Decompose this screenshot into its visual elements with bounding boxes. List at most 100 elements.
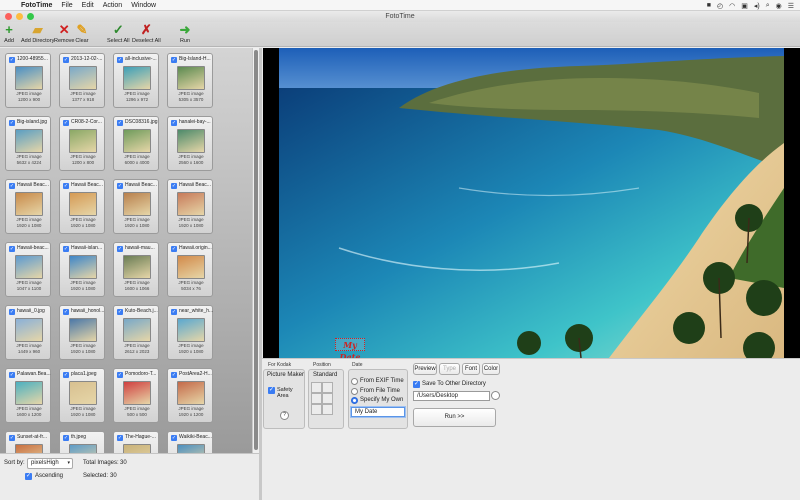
image-item[interactable]: ✓ hawaii-mau... JPEG image 1600 x 1066	[113, 242, 159, 297]
image-checkbox[interactable]: ✓	[171, 57, 177, 63]
image-item[interactable]: ✓Sunset-at-fr...JPEG image	[5, 431, 51, 453]
volume-icon[interactable]: ◂)	[754, 2, 760, 10]
safety-area-checkbox[interactable]: ✓	[268, 387, 275, 394]
timemachine-icon[interactable]: ◴	[717, 2, 723, 10]
image-checkbox[interactable]: ✓	[9, 183, 15, 189]
image-checkbox[interactable]: ✓	[117, 246, 123, 252]
position-cell-bottom-right[interactable]	[322, 404, 333, 415]
tab-color[interactable]: Color	[482, 363, 500, 375]
image-item[interactable]: ✓ PostArea2-H... JPEG image 1920 x 1200	[167, 368, 213, 423]
image-item[interactable]: ✓ 2013-12-02-... JPEG image 1377 x 918	[59, 53, 105, 108]
image-item[interactable]: ✓The-Hague-...JPEG image	[113, 431, 159, 453]
image-item[interactable]: ✓ CR08-2-Cor... JPEG image 1200 x 800	[59, 116, 105, 171]
image-checkbox[interactable]: ✓	[63, 120, 69, 126]
image-checkbox[interactable]: ✓	[171, 372, 177, 378]
image-checkbox[interactable]: ✓	[63, 309, 69, 315]
image-item[interactable]: ✓ 1200-48955... JPEG image 1200 x 900	[5, 53, 51, 108]
tab-type[interactable]: Type	[439, 363, 460, 375]
image-item[interactable]: ✓Waikiki-Beac...JPEG image	[167, 431, 213, 453]
specify-own-radio[interactable]	[351, 397, 358, 404]
image-checkbox[interactable]: ✓	[9, 309, 15, 315]
menu-edit[interactable]: Edit	[82, 2, 94, 9]
position-cell-bottom-left[interactable]	[311, 404, 322, 415]
image-checkbox[interactable]: ✓	[9, 57, 15, 63]
position-cell-top-right[interactable]	[322, 382, 333, 393]
image-checkbox[interactable]: ✓	[63, 246, 69, 252]
image-checkbox[interactable]: ✓	[9, 120, 15, 126]
image-checkbox[interactable]: ✓	[117, 120, 123, 126]
image-item[interactable]: ✓ Hawaii Beac... JPEG image 1920 x 1080	[167, 179, 213, 234]
image-item[interactable]: ✓ near_white_h... JPEG image 1920 x 1080	[167, 305, 213, 360]
scrollbar-thumb[interactable]	[254, 50, 258, 450]
image-item[interactable]: ✓th.jpegJPEG image	[59, 431, 105, 453]
image-checkbox[interactable]: ✓	[117, 372, 123, 378]
menu-app-name[interactable]: FotoTime	[21, 2, 52, 9]
image-item[interactable]: ✓ placa1.jpeg JPEG image 1920 x 1080	[59, 368, 105, 423]
minimize-window-icon[interactable]	[16, 13, 23, 20]
image-item[interactable]: ✓ hawaii_honol... JPEG image 1920 x 1080	[59, 305, 105, 360]
save-other-dir-checkbox[interactable]: ✓	[413, 381, 420, 388]
image-checkbox[interactable]: ✓	[117, 183, 123, 189]
image-checkbox[interactable]: ✓	[117, 435, 123, 441]
wifi-icon[interactable]: ◠	[729, 2, 735, 10]
image-item[interactable]: ✓ Hawaii Beac... JPEG image 1920 x 1080	[59, 179, 105, 234]
from-file-radio[interactable]	[351, 388, 358, 395]
image-item[interactable]: ✓ Kuto-Beach.j... JPEG image 2612 x 2023	[113, 305, 159, 360]
tab-font[interactable]: Font	[462, 363, 480, 375]
image-checkbox[interactable]: ✓	[63, 435, 69, 441]
image-checkbox[interactable]: ✓	[117, 57, 123, 63]
position-cell-middle-left[interactable]	[311, 393, 322, 404]
select-all-button[interactable]: ✓ Select All	[107, 23, 130, 45]
deselect-all-button[interactable]: ✗ Deselect All	[132, 23, 161, 45]
image-checkbox[interactable]: ✓	[117, 309, 123, 315]
image-checkbox[interactable]: ✓	[9, 246, 15, 252]
menu-list-icon[interactable]: ☰	[788, 2, 794, 10]
image-item[interactable]: ✓ Big-island.jpg JPEG image 5632 x 4224	[5, 116, 51, 171]
image-item[interactable]: ✓ Hawaii-beac... JPEG image 1047 x 1100	[5, 242, 51, 297]
image-item[interactable]: ✓ Hawaii-islan... JPEG image 1920 x 1080	[59, 242, 105, 297]
add-directory-button[interactable]: ▰ Add Directory	[21, 23, 54, 45]
shield-icon[interactable]: ▣	[741, 2, 748, 10]
image-item[interactable]: ✓ hawaii_0.jpg JPEG image 1449 x 960	[5, 305, 51, 360]
clear-button[interactable]: ✎ Clear	[75, 23, 89, 45]
menu-window[interactable]: Window	[131, 2, 156, 9]
image-checkbox[interactable]: ✓	[171, 246, 177, 252]
image-item[interactable]: ✓ Hawaii Beac... JPEG image 1920 x 1080	[113, 179, 159, 234]
date-text-input[interactable]: My Date	[351, 407, 405, 417]
help-button[interactable]: ?	[280, 411, 289, 420]
image-checkbox[interactable]: ✓	[171, 435, 177, 441]
image-item[interactable]: ✓ Hawaii Beac... JPEG image 1920 x 1080	[5, 179, 51, 234]
from-exif-radio[interactable]	[351, 378, 358, 385]
image-checkbox[interactable]: ✓	[171, 183, 177, 189]
tab-preview[interactable]: Preview	[413, 363, 437, 375]
run-button[interactable]: ➜ Run	[178, 23, 192, 45]
run-action-button[interactable]: Run >>	[413, 408, 496, 427]
image-item[interactable]: ✓ DSC08316.jpg JPEG image 6000 x 4000	[113, 116, 159, 171]
image-item[interactable]: ✓ hanalei-bay-... JPEG image 2560 x 1600	[167, 116, 213, 171]
image-item[interactable]: ✓ Pomodoro-T... JPEG image 500 x 500	[113, 368, 159, 423]
position-cell-top-left[interactable]	[311, 382, 322, 393]
image-checkbox[interactable]: ✓	[63, 372, 69, 378]
image-item[interactable]: ✓ Big-Island-H... JPEG image 5305 x 3570	[167, 53, 213, 108]
flag-icon[interactable]: ■	[707, 2, 711, 9]
search-icon[interactable]: ⌕	[766, 2, 770, 10]
menu-action[interactable]: Action	[103, 2, 122, 9]
image-checkbox[interactable]: ✓	[63, 183, 69, 189]
image-item[interactable]: ✓ Hawaii.origin... JPEG image 5034 x 76	[167, 242, 213, 297]
image-checkbox[interactable]: ✓	[63, 57, 69, 63]
image-checkbox[interactable]: ✓	[9, 435, 15, 441]
image-checkbox[interactable]: ✓	[171, 309, 177, 315]
add-button[interactable]: + Add	[2, 23, 16, 45]
image-list-pane[interactable]: ✓ 1200-48955... JPEG image 1200 x 900 ✓ 2013-…	[0, 48, 252, 453]
ascending-checkbox[interactable]: ✓	[25, 473, 32, 480]
image-item[interactable]: ✓ all-inclusive-... JPEG image 1296 x 972	[113, 53, 159, 108]
browse-button[interactable]	[491, 391, 500, 400]
close-window-icon[interactable]	[5, 13, 12, 20]
sort-by-select[interactable]: pixelsHigh ▾	[27, 458, 73, 469]
date-overlay[interactable]: My Date	[335, 338, 365, 362]
image-list-scrollbar[interactable]	[252, 48, 259, 453]
image-checkbox[interactable]: ✓	[171, 120, 177, 126]
image-item[interactable]: ✓ Palawan.Bea... JPEG image 1600 x 1200	[5, 368, 51, 423]
zoom-window-icon[interactable]	[27, 13, 34, 20]
siri-icon[interactable]: ◉	[776, 2, 782, 10]
